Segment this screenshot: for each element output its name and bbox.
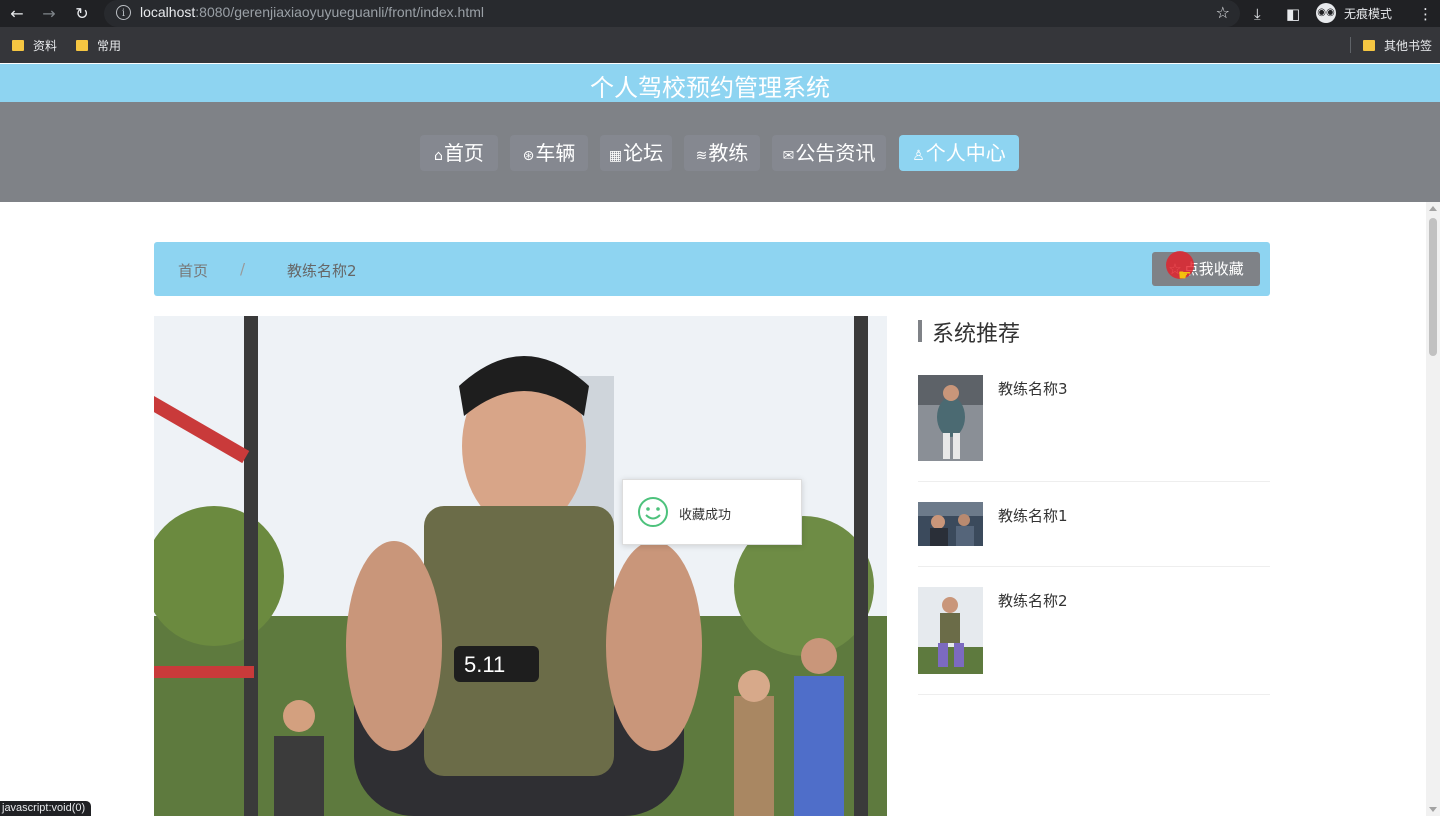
incognito-label: 无痕模式 (1344, 7, 1393, 21)
car-icon: ⊛ (522, 148, 535, 164)
bookmark-folder-other[interactable]: 其他书签 (1363, 37, 1432, 53)
bookmark-star-icon[interactable]: ☆ (1216, 3, 1230, 22)
page-scrollbar[interactable] (1426, 202, 1440, 816)
forward-arrow-icon[interactable]: → (38, 3, 60, 25)
nav-item-home[interactable]: ⌂首页 (420, 135, 498, 171)
breadcrumb: 首页 / 教练名称2 ☆点我收藏 (154, 242, 1270, 296)
recommend-item[interactable]: 教练名称3 (918, 375, 1270, 482)
recommend-thumbnail[interactable] (918, 587, 983, 674)
menu-kebab-icon[interactable]: ⋮ (1418, 3, 1433, 25)
pointer-hand-icon: ☛ (1178, 266, 1192, 284)
nav-item-personal-center[interactable]: ♙个人中心 (899, 135, 1019, 171)
bookmark-folder-changyong[interactable]: 常用 (76, 37, 121, 53)
recommend-header: 系统推荐 (918, 316, 1270, 347)
smile-icon (638, 497, 668, 527)
home-icon: ⌂ (434, 148, 443, 164)
scroll-down-arrow-icon[interactable] (1429, 807, 1437, 812)
side-panel-icon[interactable]: ◧ (1286, 3, 1300, 25)
site-title: 个人驾校预约管理系统 (590, 74, 830, 102)
breadcrumb-separator: / (240, 260, 246, 278)
main-nav: ⌂首页 ⊛车辆 ▦论坛 ≋教练 ✉公告资讯 ♙个人中心 (0, 102, 1440, 202)
toast-text: 收藏成功 (679, 508, 732, 523)
svg-text:5.11: 5.11 (464, 652, 505, 677)
recommend-item-name[interactable]: 教练名称2 (998, 590, 1068, 611)
recommend-thumbnail[interactable] (918, 375, 983, 461)
breadcrumb-home[interactable]: 首页 (178, 260, 208, 281)
scroll-up-arrow-icon[interactable] (1429, 206, 1437, 211)
coach-main-photo: 5.11 (154, 316, 887, 816)
recommend-item[interactable]: 教练名称2 (918, 587, 1270, 695)
recommend-item-name[interactable]: 教练名称3 (998, 378, 1068, 399)
nav-item-coaches[interactable]: ≋教练 (684, 135, 760, 171)
forum-icon: ▦ (608, 148, 623, 164)
folder-icon (1363, 40, 1375, 51)
download-icon[interactable]: ⤓ (1254, 3, 1261, 25)
recommend-item-name[interactable]: 教练名称1 (998, 505, 1068, 526)
coach-icon: ≋ (695, 148, 708, 164)
browser-toolbar: ← → ↻ i localhost:8080/gerenjiaxiaoyuyue… (0, 0, 1440, 27)
folder-icon (12, 40, 24, 51)
address-bar[interactable]: i localhost:8080/gerenjiaxiaoyuyueguanli… (104, 0, 1240, 27)
recommend-accent-bar (918, 320, 922, 342)
breadcrumb-current: 教练名称2 (287, 262, 357, 280)
folder-icon (76, 40, 88, 51)
back-arrow-icon[interactable]: ← (6, 3, 28, 25)
site-title-bar: 个人驾校预约管理系统 (0, 64, 1440, 102)
mail-icon: ✉ (782, 148, 795, 164)
nav-item-announcements[interactable]: ✉公告资讯 (772, 135, 886, 171)
scrollbar-thumb[interactable] (1429, 218, 1437, 356)
incognito-indicator[interactable]: ◉◉ 无痕模式 (1314, 1, 1402, 25)
user-icon: ♙ (912, 148, 925, 164)
incognito-icon: ◉◉ (1316, 3, 1336, 23)
url-text[interactable]: localhost:8080/gerenjiaxiaoyuyueguanli/f… (140, 4, 484, 20)
bookmarks-divider (1350, 37, 1351, 53)
recommend-item[interactable]: 教练名称1 (918, 502, 1270, 567)
recommend-title: 系统推荐 (932, 322, 1021, 347)
nav-item-forum[interactable]: ▦论坛 (600, 135, 672, 171)
site-info-icon[interactable]: i (116, 5, 131, 20)
bookmark-folder-ziliao[interactable]: 资料 (12, 37, 57, 53)
recommend-thumbnail[interactable] (918, 502, 983, 546)
link-status-bar: javascript:void(0) (0, 801, 92, 816)
nav-item-vehicles[interactable]: ⊛车辆 (510, 135, 588, 171)
reload-icon[interactable]: ↻ (71, 3, 93, 25)
toast-message: 收藏成功 (622, 479, 802, 545)
bookmarks-bar: 资料 常用 其他书签 (0, 27, 1440, 63)
